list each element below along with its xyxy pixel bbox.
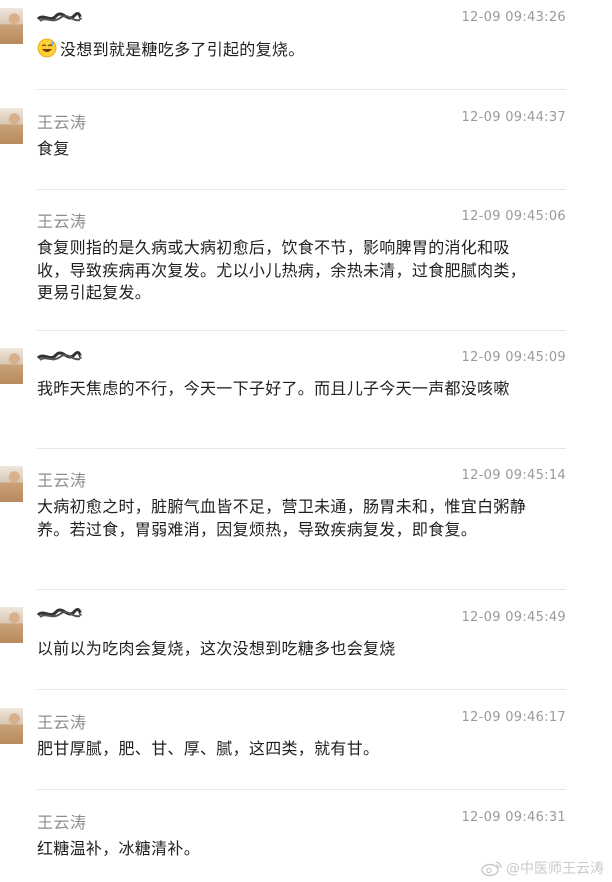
message-divider (37, 589, 566, 590)
sweat-smile-emoji (37, 38, 57, 58)
message-time: 12-09 09:46:17 (461, 710, 566, 725)
message-divider (37, 448, 566, 449)
avatar[interactable] (0, 348, 23, 384)
sender-name[interactable]: 王云涛 (37, 467, 87, 491)
user-avatar-icon (0, 8, 23, 44)
watermark: @中医师王云涛 (481, 858, 604, 878)
message-text-content: 没想到就是糖吃多了引起的复烧。 (60, 40, 305, 59)
message-text: 肥甘厚腻，肥、甘、厚、腻，这四类，就有甘。 (37, 739, 380, 758)
avatar[interactable] (0, 708, 23, 744)
message-divider (37, 689, 566, 690)
message-divider (37, 330, 566, 331)
message-time: 12-09 09:45:14 (461, 468, 566, 483)
message-time: 12-09 09:44:37 (461, 110, 566, 125)
message-text: 食复则指的是久病或大病初愈后，饮食不节，影响脾胃的消化和吸收，导致疾病再次复发。… (37, 238, 527, 303)
sender-name[interactable]: 王云涛 (37, 709, 87, 733)
message-text: 红糖温补，冰糖清补。 (37, 839, 201, 858)
message-time: 12-09 09:45:09 (461, 350, 566, 365)
weibo-icon (481, 861, 502, 877)
watermark-text: @中医师王云涛 (506, 861, 604, 877)
avatar[interactable] (0, 607, 23, 643)
message-text: 没想到就是糖吃多了引起的复烧。 (37, 38, 537, 62)
message-divider (37, 189, 566, 190)
message-divider (37, 89, 566, 90)
message-text: 以前以为吃肉会复烧，这次没想到吃糖多也会复烧 (37, 639, 396, 658)
user-avatar-icon (0, 708, 23, 744)
message-text: 食复 (37, 139, 70, 158)
user-avatar-icon (0, 466, 23, 502)
message-time: 12-09 09:43:26 (461, 10, 566, 25)
avatar[interactable] (0, 108, 23, 144)
redacted-name-scribble (36, 12, 82, 22)
avatar[interactable] (0, 466, 23, 502)
message-time: 12-09 09:46:31 (461, 810, 566, 825)
redacted-name-scribble (36, 351, 82, 361)
message-time: 12-09 09:45:49 (461, 610, 566, 625)
sender-name[interactable]: 王云涛 (37, 109, 87, 133)
user-avatar-icon (0, 108, 23, 144)
message-divider (37, 789, 566, 790)
redacted-name-scribble (36, 608, 82, 618)
message-text: 我昨天焦虑的不行，今天一下子好了。而且儿子今天一声都没咳嗽 (37, 379, 510, 398)
message-time: 12-09 09:45:06 (461, 209, 566, 224)
user-avatar-icon (0, 348, 23, 384)
sender-name[interactable]: 王云涛 (37, 208, 87, 232)
avatar[interactable] (0, 8, 23, 44)
sender-name[interactable]: 王云涛 (37, 809, 87, 833)
message-text: 大病初愈之时，脏腑气血皆不足，营卫未通，肠胃未和，惟宜白粥静养。若过食，胃弱难消… (37, 497, 527, 539)
user-avatar-icon (0, 607, 23, 643)
